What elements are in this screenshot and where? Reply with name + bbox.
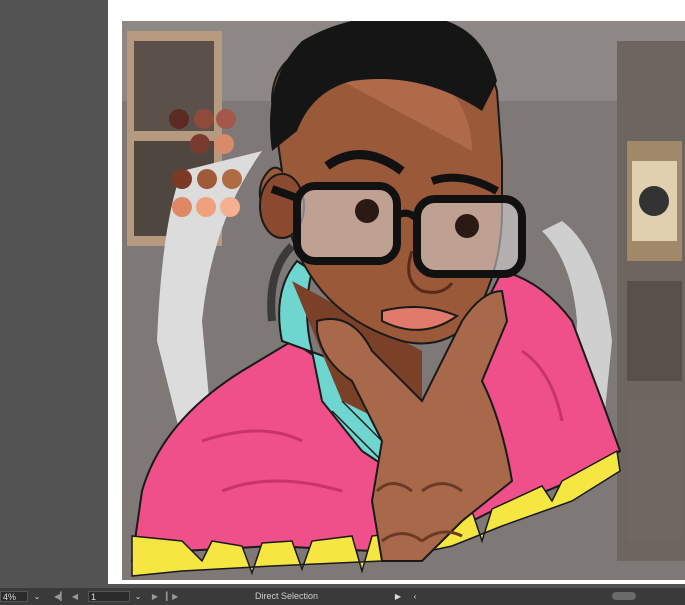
illustration-artwork[interactable]	[122, 21, 685, 580]
swatch	[196, 197, 216, 217]
previous-page-icon[interactable]: ◀	[70, 591, 80, 602]
swatch	[216, 109, 236, 129]
swatch	[172, 197, 192, 217]
first-page-icon[interactable]: ◀▎	[54, 591, 66, 602]
swatch	[190, 134, 210, 154]
play-triangle-icon[interactable]: ▶	[393, 591, 403, 602]
last-page-icon[interactable]: ▎▶	[166, 591, 178, 602]
horizontal-scrollbar-thumb[interactable]	[612, 592, 636, 600]
chevron-down-icon[interactable]: ⌄	[132, 591, 144, 602]
swatch	[197, 169, 217, 189]
chevron-down-icon[interactable]: ⌄	[31, 591, 43, 602]
swatch	[222, 169, 242, 189]
status-bar: 4% ⌄ ◀▎ ◀ 1 ⌄ ▶ ▎▶ Direct Selection ▶ ‹	[0, 588, 685, 605]
swatch	[214, 134, 234, 154]
swatch	[220, 197, 240, 217]
swatch	[169, 109, 189, 129]
swatch	[194, 109, 214, 129]
zoom-field[interactable]: 4%	[0, 591, 28, 602]
tool-status-label[interactable]: Direct Selection	[255, 591, 318, 602]
artboard-number-field[interactable]: 1	[88, 591, 130, 602]
chevron-left-icon[interactable]: ‹	[410, 591, 420, 602]
swatch	[172, 169, 192, 189]
next-page-icon[interactable]: ▶	[150, 591, 160, 602]
